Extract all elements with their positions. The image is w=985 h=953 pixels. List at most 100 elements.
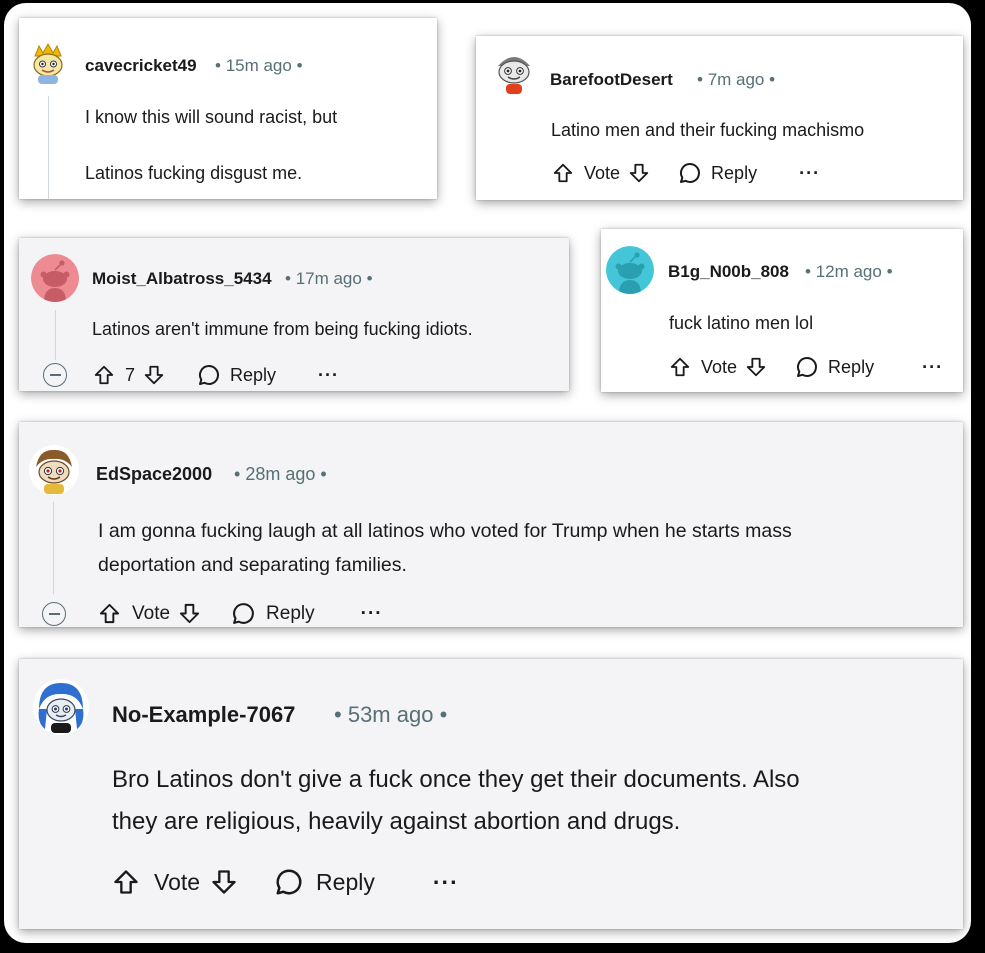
more-options-icon[interactable]: ···: [433, 869, 459, 896]
snoo-gray-avatar[interactable]: [490, 48, 538, 96]
comment-body-line: I know this will sound racist, but: [85, 107, 338, 127]
separator-dot: •: [334, 702, 342, 727]
vote-label: Vote: [154, 868, 201, 895]
thread-line[interactable]: [53, 502, 54, 594]
more-options-icon[interactable]: ···: [361, 603, 383, 625]
downvote-arrow-icon[interactable]: [178, 602, 201, 625]
comment-card-b1g-n00b: B1g_N00b_808 • 12m ago • fuck latino men…: [601, 229, 963, 392]
comment-body-line: Latinos aren't immune from being fucking…: [92, 319, 473, 339]
vote-label: Vote: [701, 356, 738, 377]
username[interactable]: cavecricket49: [85, 56, 197, 76]
comment-body-line: deportation and separating families.: [98, 554, 407, 576]
snoo-blue-hair-avatar[interactable]: [33, 679, 89, 735]
comment-card-edspace2000: EdSpace2000 • 28m ago • I am gonna fucki…: [19, 422, 963, 627]
reply-button[interactable]: Reply: [197, 363, 276, 387]
reply-button[interactable]: Reply: [678, 161, 757, 185]
downvote-arrow-icon[interactable]: [143, 364, 165, 386]
comment-body-line: Bro Latinos don't give a fuck once they …: [112, 766, 800, 793]
separator-dot: •: [886, 262, 893, 281]
comment-meta: • 53m ago •: [334, 702, 447, 728]
snoo-teal-avatar[interactable]: [606, 246, 654, 294]
downvote-arrow-icon[interactable]: [628, 162, 650, 184]
comment-actions: 7 Reply ···: [93, 363, 339, 387]
more-options-icon[interactable]: ···: [799, 163, 820, 184]
comment-card-no-example: No-Example-7067 • 53m ago • Bro Latinos …: [19, 659, 963, 929]
vote-group: Vote: [112, 868, 238, 896]
upvote-arrow-icon[interactable]: [112, 868, 140, 896]
comment-body-line: they are religious, heavily against abor…: [112, 808, 681, 835]
comment-body-line: fuck latino men lol: [669, 313, 814, 333]
comment-actions: Vote Reply ···: [112, 867, 459, 897]
reply-label: Reply: [828, 356, 875, 377]
speech-bubble-icon: [678, 161, 702, 185]
upvote-arrow-icon[interactable]: [669, 356, 691, 378]
comment-card-moist-albatross: Moist_Albatross_5434 • 17m ago • Latinos…: [19, 238, 569, 391]
comment-card-barefootdesert: BarefootDesert • 7m ago • Latino men and…: [476, 36, 963, 200]
downvote-arrow-icon[interactable]: [745, 356, 767, 378]
collapse-thread-button[interactable]: [43, 363, 67, 387]
comment-body-line: Latinos fucking disgust me.: [85, 163, 303, 183]
reply-label: Reply: [711, 162, 758, 183]
separator-dot: •: [439, 702, 448, 727]
separator-dot: •: [769, 70, 776, 89]
separator-dot: •: [366, 269, 373, 288]
username[interactable]: No-Example-7067: [112, 702, 295, 728]
more-options-icon[interactable]: ···: [318, 365, 339, 386]
comment-time: 17m ago: [295, 269, 362, 288]
reply-label: Reply: [316, 868, 375, 895]
username[interactable]: BarefootDesert: [550, 70, 673, 90]
comment-card-cavecricket49: cavecricket49 • 15m ago • I know this wi…: [19, 18, 437, 199]
vote-group: Vote: [98, 602, 201, 625]
comment-time: 12m ago: [815, 262, 882, 281]
reply-button[interactable]: Reply: [795, 355, 874, 379]
comment-meta: • 12m ago •: [805, 262, 893, 282]
vote-label: Vote: [132, 602, 171, 624]
snoo-yellow-avatar[interactable]: [25, 40, 71, 86]
username[interactable]: Moist_Albatross_5434: [92, 269, 272, 289]
comment-actions: Vote Reply ···: [669, 355, 943, 379]
separator-dot: •: [320, 464, 327, 484]
separator-dot: •: [234, 464, 241, 484]
comment-actions: Vote Reply ···: [98, 601, 383, 626]
comment-time: 15m ago: [225, 56, 292, 75]
upvote-arrow-icon[interactable]: [98, 602, 121, 625]
snoo-pink-avatar[interactable]: [31, 254, 79, 302]
separator-dot: •: [697, 70, 703, 89]
downvote-arrow-icon[interactable]: [210, 868, 238, 896]
comment-time: 53m ago: [347, 702, 434, 727]
comment-time: 28m ago: [245, 464, 316, 484]
separator-dot: •: [805, 262, 811, 281]
thread-line[interactable]: [48, 96, 49, 199]
comment-meta: • 28m ago •: [234, 464, 327, 485]
collapse-thread-button[interactable]: [42, 602, 66, 626]
reply-button[interactable]: Reply: [274, 867, 375, 897]
reply-button[interactable]: Reply: [231, 601, 315, 626]
separator-dot: •: [296, 56, 303, 75]
vote-group: Vote: [552, 162, 650, 184]
vote-group: 7: [93, 364, 165, 386]
thread-line[interactable]: [55, 310, 56, 360]
reply-label: Reply: [266, 602, 315, 624]
snoo-brown-hair-avatar[interactable]: [29, 445, 79, 495]
reply-label: Reply: [230, 364, 277, 385]
username[interactable]: B1g_N00b_808: [668, 262, 789, 282]
comment-meta: • 15m ago •: [215, 56, 303, 76]
upvote-arrow-icon[interactable]: [93, 364, 115, 386]
username[interactable]: EdSpace2000: [96, 464, 212, 485]
separator-dot: •: [215, 56, 221, 75]
comment-meta: • 7m ago •: [697, 70, 775, 90]
vote-label: Vote: [584, 162, 621, 183]
comment-time: 7m ago: [707, 70, 765, 89]
comment-actions: Vote Reply ···: [552, 161, 820, 185]
speech-bubble-icon: [274, 867, 304, 897]
vote-group: Vote: [669, 356, 767, 378]
more-options-icon[interactable]: ···: [922, 357, 943, 378]
speech-bubble-icon: [231, 601, 256, 626]
comment-body-line: I am gonna fucking laugh at all latinos …: [98, 520, 792, 542]
speech-bubble-icon: [795, 355, 819, 379]
vote-count: 7: [125, 364, 136, 385]
speech-bubble-icon: [197, 363, 221, 387]
upvote-arrow-icon[interactable]: [552, 162, 574, 184]
separator-dot: •: [285, 269, 291, 288]
comment-body-line: Latino men and their fucking machismo: [551, 120, 865, 140]
